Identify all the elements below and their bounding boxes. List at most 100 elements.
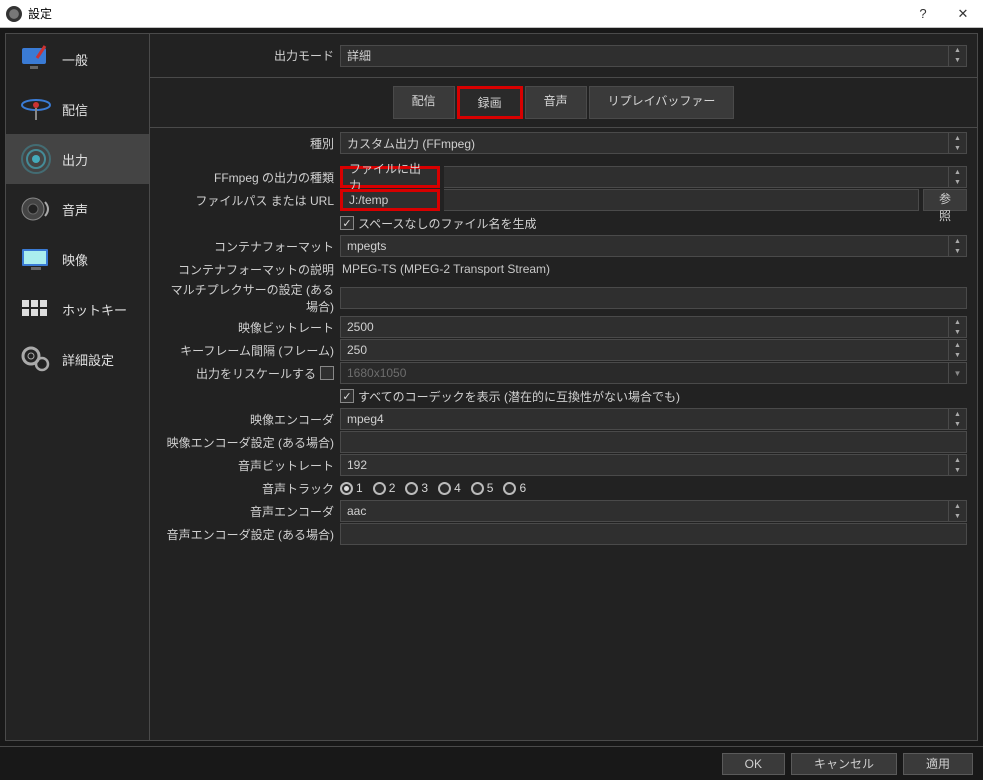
tab-recording[interactable]: 録画 [457,86,523,119]
sidebar-item-label: 一般 [62,50,88,69]
keyframe-value: 250 [347,343,367,357]
sidebar-item-general[interactable]: 一般 [6,34,149,84]
allcodecs-label: すべてのコーデックを表示 (潜在的に互換性がない場合でも) [358,388,680,405]
track-label: 2 [389,481,396,495]
muxer-input[interactable] [340,287,967,309]
type-select[interactable]: カスタム出力 (FFmpeg) ▲▼ [340,132,967,154]
dialog-body: 一般 配信 出力 音声 映像 [0,28,983,746]
sidebar-item-label: 出力 [62,150,88,169]
radio-icon [373,482,386,495]
ok-button[interactable]: OK [722,753,785,775]
form: 種別 カスタム出力 (FFmpeg) ▲▼ FFmpeg の出力の種類 ファイル… [150,128,977,549]
keyboard-icon [16,289,56,329]
vencoder-set-input[interactable] [340,431,967,453]
container-label: コンテナフォーマット [160,238,340,255]
cancel-button[interactable]: キャンセル [791,753,897,775]
app-icon [6,6,22,22]
track-label: 3 [421,481,428,495]
output-icon [16,139,56,179]
vencoder-label: 映像エンコーダ [160,411,340,428]
abitrate-input[interactable]: 192 ▲▼ [340,454,967,476]
sidebar-item-advanced[interactable]: 詳細設定 [6,334,149,384]
filepath-input[interactable]: J:/temp [340,189,440,211]
sidebar-item-audio[interactable]: 音声 [6,184,149,234]
window-title: 設定 [28,5,903,22]
titlebar: 設定 ? ✕ [0,0,983,28]
vbitrate-input[interactable]: 2500 ▲▼ [340,316,967,338]
track-radio-4[interactable]: 4 [438,481,461,495]
sidebar-item-label: ホットキー [62,300,127,319]
ffmpeg-out-select[interactable]: ファイルに出力 [340,166,440,188]
help-button[interactable]: ? [903,0,943,28]
tab-stream[interactable]: 配信 [393,86,455,119]
filepath-input-rest[interactable] [444,189,919,211]
radio-icon [438,482,451,495]
aencoder-select[interactable]: aac ▲▼ [340,500,967,522]
keyframe-input[interactable]: 250 ▲▼ [340,339,967,361]
tab-label: 録画 [478,96,502,110]
tab-audio[interactable]: 音声 [525,86,587,119]
radio-icon [503,482,516,495]
sidebar-item-label: 映像 [62,250,88,269]
ffmpeg-out-select-rest[interactable]: ▲▼ [444,166,967,188]
stream-icon [16,89,56,129]
dropdown-arrows-icon: ▲▼ [948,167,966,187]
container-value: mpegts [347,239,386,253]
output-mode-row: 出力モード 詳細 ▲▼ [150,34,977,78]
output-tabs: 配信 録画 音声 リプレイバッファー [150,78,977,128]
rescale-select: 1680x1050 ▼ [340,362,967,384]
keyframe-label: キーフレーム間隔 (フレーム) [160,342,340,359]
tracks-radio-group: 1 2 3 4 5 6 [340,481,526,495]
vbitrate-label: 映像ビットレート [160,319,340,336]
container-select[interactable]: mpegts ▲▼ [340,235,967,257]
aencoder-label: 音声エンコーダ [160,503,340,520]
nospace-label: スペースなしのファイル名を生成 [358,215,537,232]
radio-icon [405,482,418,495]
vencoder-value: mpeg4 [347,412,384,426]
output-mode-select[interactable]: 詳細 ▲▼ [340,45,967,67]
sidebar-item-stream[interactable]: 配信 [6,84,149,134]
ok-label: OK [745,757,762,771]
spin-arrows-icon: ▲▼ [948,340,966,360]
vencoder-select[interactable]: mpeg4 ▲▼ [340,408,967,430]
aencoder-value: aac [347,504,366,518]
sidebar-item-hotkeys[interactable]: ホットキー [6,284,149,334]
chevron-down-icon: ▼ [948,363,966,383]
tab-replay-buffer[interactable]: リプレイバッファー [589,86,735,119]
track-radio-1[interactable]: 1 [340,481,363,495]
aencoder-set-input[interactable] [340,523,967,545]
output-mode-value: 詳細 [347,47,371,64]
aencoder-set-label: 音声エンコーダ設定 (ある場合) [160,526,340,543]
tab-label: 音声 [544,94,568,108]
track-radio-2[interactable]: 2 [373,481,396,495]
rescale-value: 1680x1050 [347,366,406,380]
track-label: 4 [454,481,461,495]
track-radio-3[interactable]: 3 [405,481,428,495]
type-value: カスタム出力 (FFmpeg) [347,135,475,152]
track-radio-5[interactable]: 5 [471,481,494,495]
sidebar-item-label: 詳細設定 [62,350,114,369]
sidebar-item-output[interactable]: 出力 [6,134,149,184]
radio-icon [340,482,353,495]
track-label: 1 [356,481,363,495]
ffmpeg-out-label: FFmpeg の出力の種類 [160,169,340,186]
footer: OK キャンセル 適用 [0,746,983,780]
video-icon [16,239,56,279]
checkbox-icon: ✓ [340,216,354,230]
close-button[interactable]: ✕ [943,0,983,28]
container-desc-label: コンテナフォーマットの説明 [160,261,340,278]
browse-button[interactable]: 参照 [923,189,967,211]
sidebar-item-video[interactable]: 映像 [6,234,149,284]
sidebar-item-label: 音声 [62,200,88,219]
tab-label: リプレイバッファー [608,94,716,108]
output-mode-label: 出力モード [160,47,340,64]
spin-arrows-icon: ▲▼ [948,317,966,337]
allcodecs-checkbox[interactable]: ✓ すべてのコーデックを表示 (潜在的に互換性がない場合でも) [340,388,680,405]
apply-button[interactable]: 適用 [903,753,973,775]
rescale-checkbox[interactable] [320,366,334,380]
radio-icon [471,482,484,495]
monitor-icon [16,39,56,79]
tab-label: 配信 [412,94,436,108]
nospace-checkbox[interactable]: ✓ スペースなしのファイル名を生成 [340,215,537,232]
track-radio-6[interactable]: 6 [503,481,526,495]
